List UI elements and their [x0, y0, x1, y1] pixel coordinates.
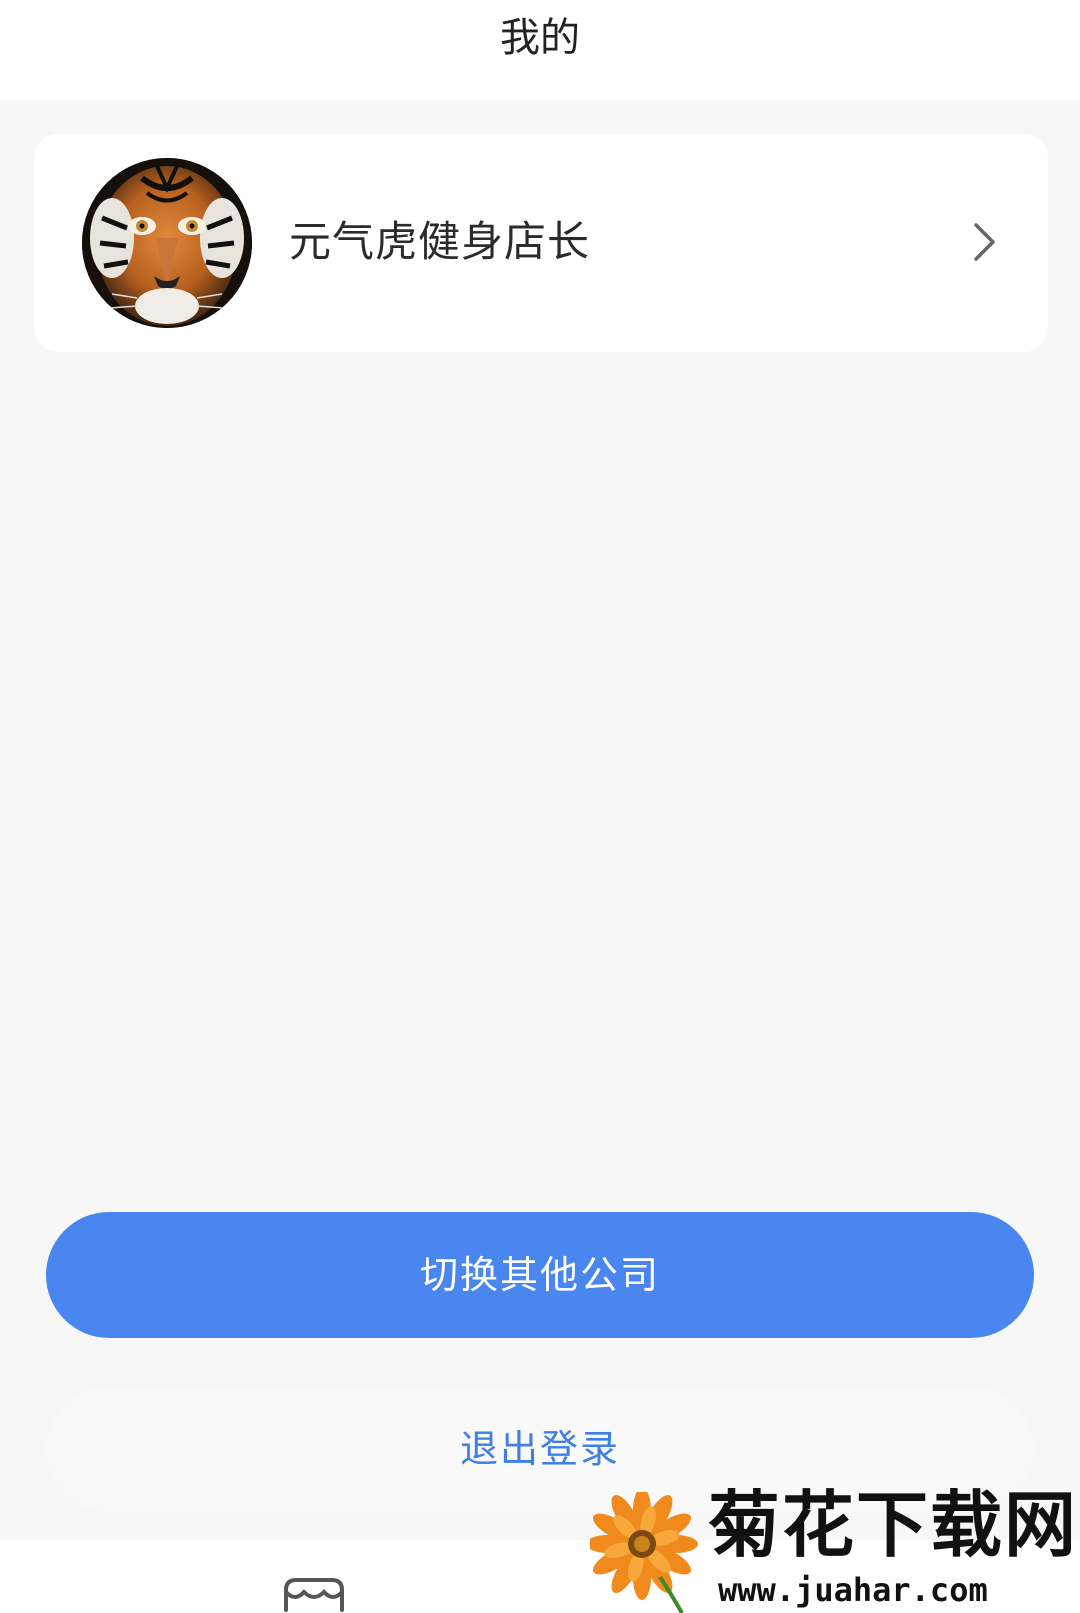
watermark-title: 菊花下载网 [708, 1483, 1079, 1567]
profile-name: 元气虎健身店长 [289, 217, 591, 266]
tiger-avatar-icon [82, 158, 252, 328]
page-title: 我的 [500, 15, 580, 61]
avatar [82, 158, 252, 328]
watermark-url: www.juahar.com [718, 1571, 988, 1609]
flower-icon [590, 1492, 698, 1613]
store-icon[interactable] [280, 1576, 348, 1613]
profile-card[interactable]: 元气虎健身店长 [34, 134, 1048, 352]
watermark: 菊花下载网 www.juahar.com [590, 1482, 1080, 1613]
top-bar: 我的 [0, 0, 1080, 100]
switch-company-button[interactable]: 切换其他公司 [46, 1212, 1034, 1338]
chevron-right-icon [974, 223, 995, 261]
